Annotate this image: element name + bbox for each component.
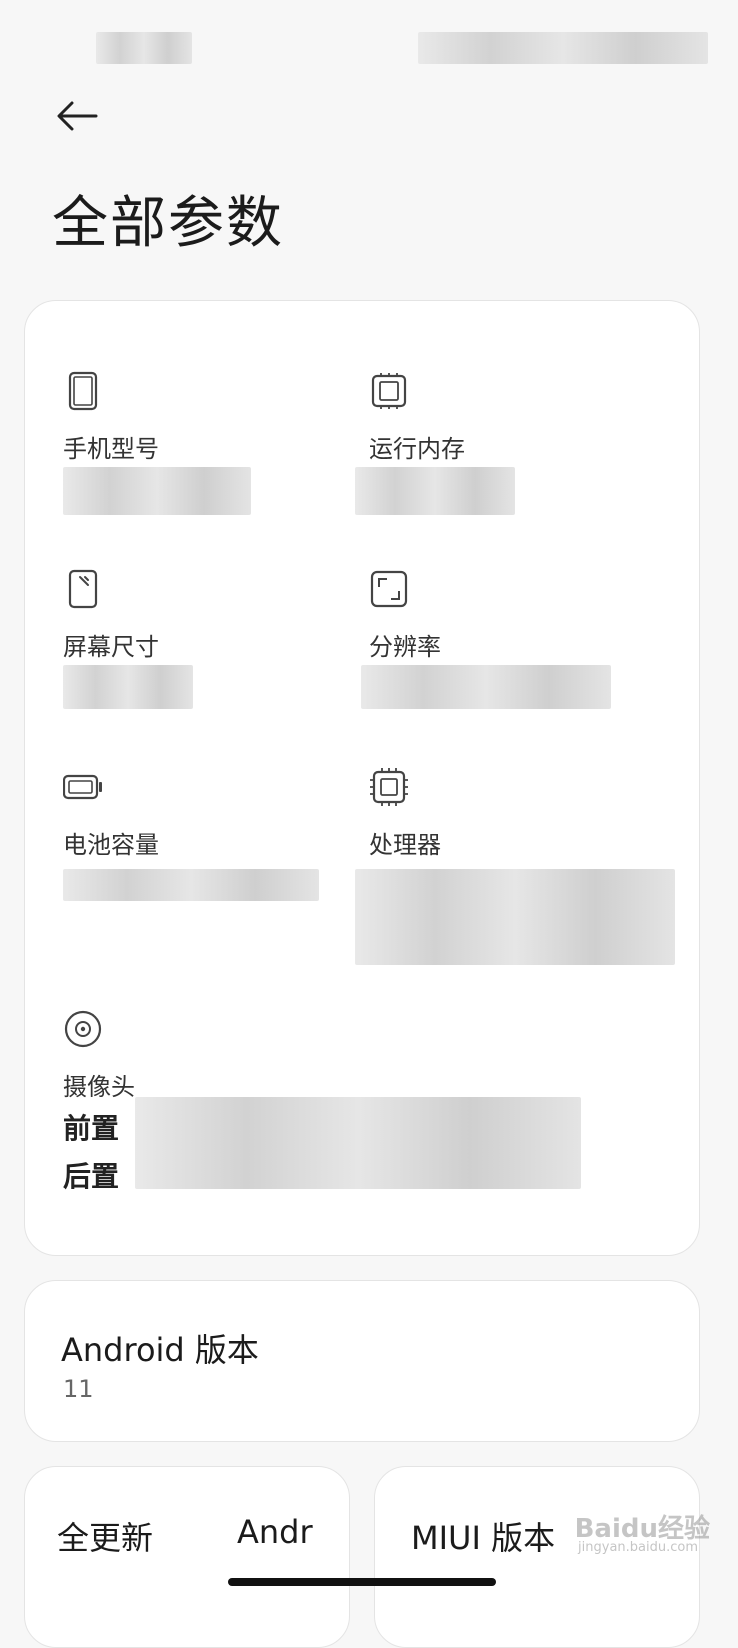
battery-icon	[63, 774, 102, 800]
spec-value-blurred	[355, 467, 515, 515]
status-bar	[0, 0, 738, 80]
spec-value-blurred	[63, 467, 251, 515]
android-version-value: 11	[63, 1375, 94, 1403]
specs-card: 手机型号 运行内存 屏幕尺寸 分辨率 电池容量 处理器 摄像头 前置 后置	[24, 300, 700, 1256]
spec-label: 摄像头	[63, 1073, 135, 1101]
status-time-blurred	[96, 32, 192, 64]
spec-ram: 运行内存	[355, 371, 669, 521]
android-version-title: Android 版本	[61, 1331, 259, 1369]
security-update-title: 全更新	[57, 1519, 154, 1557]
watermark-url: jingyan.baidu.com	[578, 1540, 698, 1555]
back-button[interactable]	[52, 92, 104, 140]
phone-icon	[68, 371, 98, 411]
miui-version-card[interactable]: MIUI 版本	[374, 1466, 700, 1648]
miui-version-title: MIUI 版本	[411, 1519, 556, 1557]
camera-icon	[64, 1010, 102, 1048]
spec-value-blurred	[355, 869, 675, 965]
spec-phone-model: 手机型号	[63, 371, 343, 521]
status-icons-blurred	[418, 32, 708, 64]
spec-processor: 处理器	[355, 767, 679, 967]
spec-label: 处理器	[369, 831, 441, 859]
security-update-title-cut: Andr	[237, 1513, 313, 1551]
spec-battery: 电池容量	[63, 767, 343, 917]
spec-label: 手机型号	[63, 435, 159, 463]
home-indicator[interactable]	[228, 1578, 496, 1586]
spec-value-blurred	[63, 665, 193, 709]
spec-value-blurred	[63, 869, 319, 901]
processor-icon	[370, 768, 408, 806]
spec-label: 屏幕尺寸	[63, 633, 159, 661]
security-update-card[interactable]: 全更新 Andr	[24, 1466, 350, 1648]
spec-resolution: 分辨率	[361, 569, 669, 719]
camera-front-label: 前置	[63, 1112, 120, 1145]
spec-value-blurred	[361, 665, 611, 709]
spec-label: 电池容量	[63, 831, 159, 859]
chip-icon	[371, 373, 407, 409]
arrow-left-icon	[57, 101, 98, 131]
spec-label: 运行内存	[369, 435, 465, 463]
android-version-card[interactable]: Android 版本 11	[24, 1280, 700, 1442]
resolution-icon	[370, 570, 408, 608]
spec-camera: 摄像头 前置 后置	[63, 1009, 663, 1209]
page-title: 全部参数	[52, 191, 284, 256]
spec-screen-size: 屏幕尺寸	[63, 569, 343, 719]
spec-label: 分辨率	[369, 633, 441, 661]
camera-rear-label: 后置	[63, 1160, 120, 1193]
screen-size-icon	[68, 569, 98, 609]
camera-value-blurred	[135, 1097, 581, 1189]
